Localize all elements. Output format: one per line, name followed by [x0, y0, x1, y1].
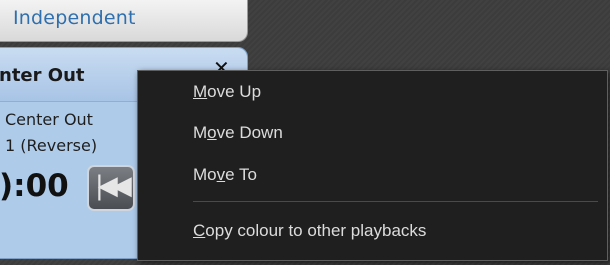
menu-item-move-down[interactable]: Move Down [138, 118, 607, 148]
context-menu: Move Up Move Down Move To Copy colour to… [137, 70, 608, 261]
menu-separator [193, 201, 598, 202]
menu-item-copy-colour[interactable]: Copy colour to other playbacks [138, 216, 607, 246]
menu-item-move-to[interactable]: Move To [138, 160, 607, 190]
playback-cue-name: Center Out [5, 110, 93, 129]
playback-cue-info: 1 (Reverse) [5, 136, 98, 155]
playback-title: nter Out [0, 65, 85, 86]
playback-time: ):00 [0, 168, 69, 204]
menu-item-move-up[interactable]: Move Up [138, 77, 607, 107]
rewind-button[interactable]: |◀◀ [87, 165, 135, 211]
tab-independent[interactable]: Independent [0, 0, 248, 42]
tab-label: Independent [13, 7, 136, 29]
skip-back-icon: |◀◀ [95, 171, 132, 201]
